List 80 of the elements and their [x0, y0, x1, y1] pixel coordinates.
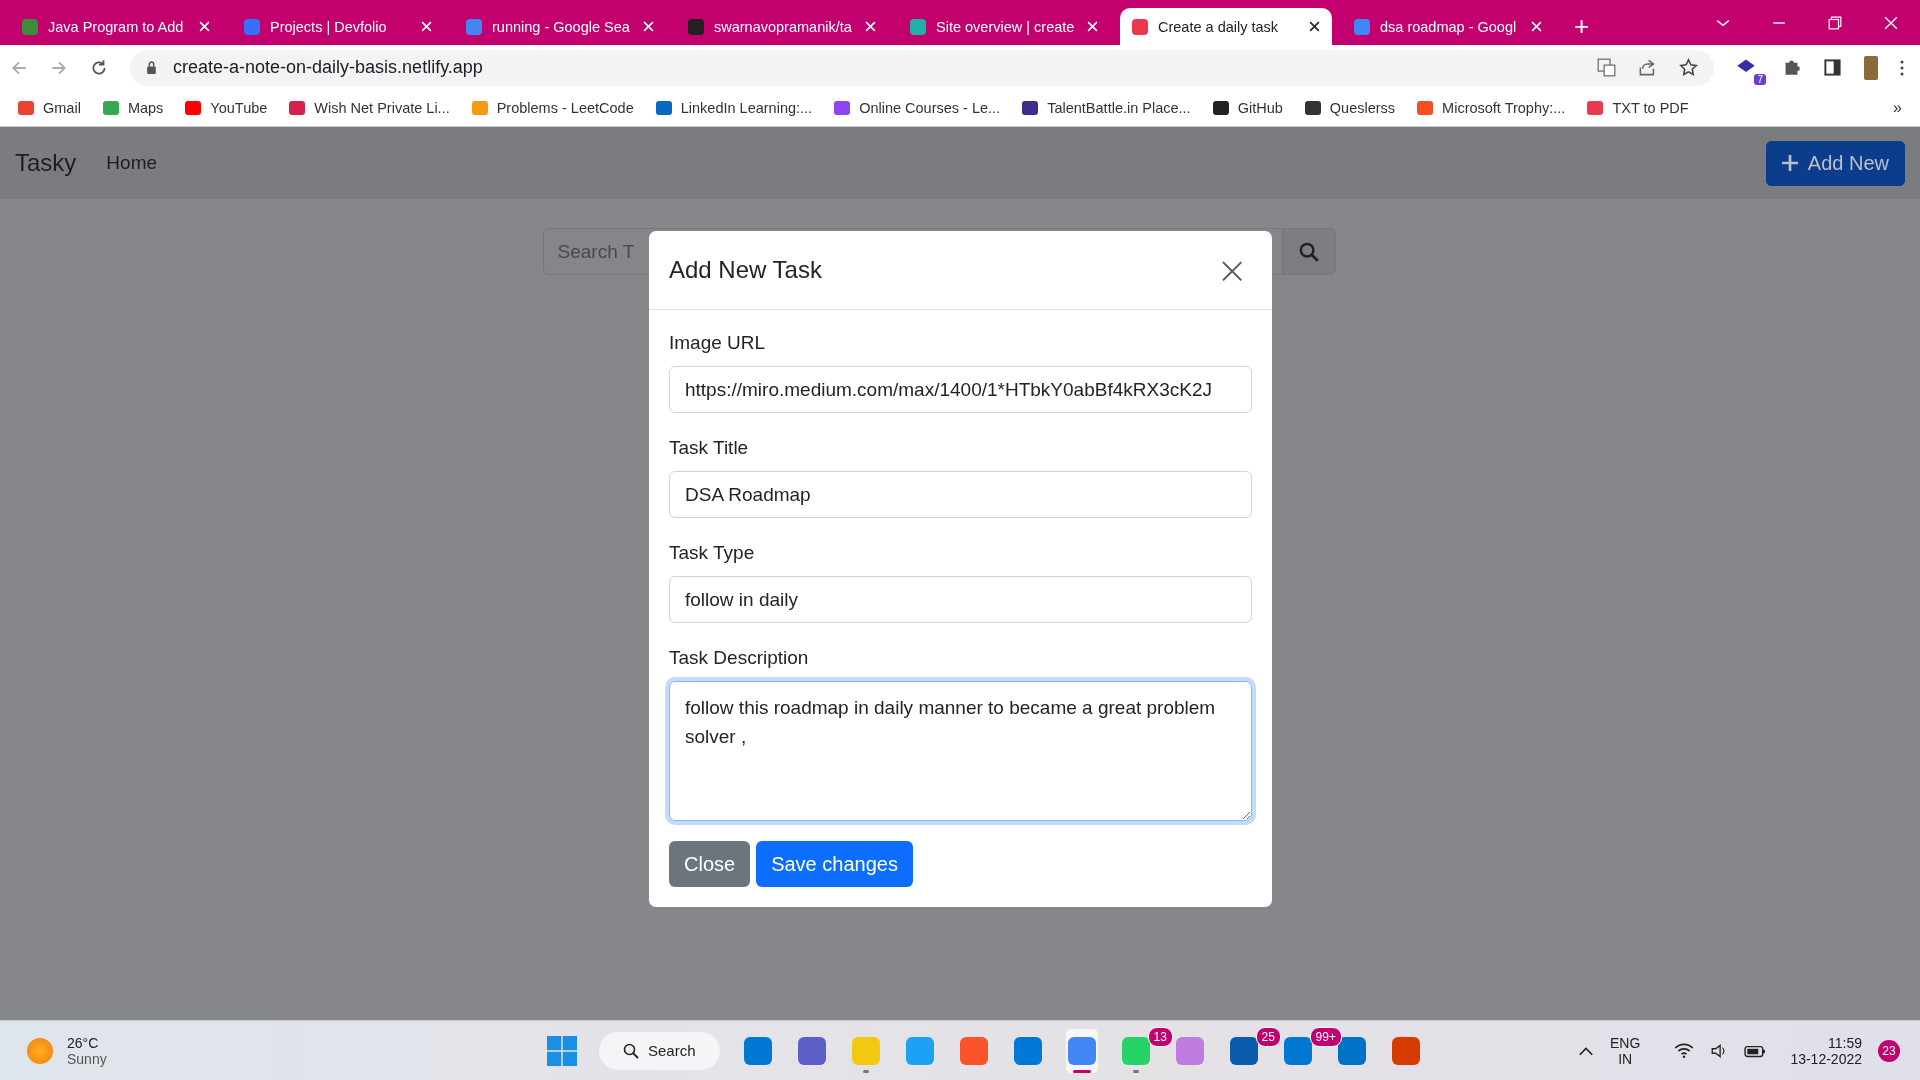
temperature-text: 26°C — [67, 1034, 100, 1051]
tab-title: Projects | Devfolio — [270, 18, 388, 35]
brand-title[interactable]: Tasky — [15, 149, 77, 177]
close-button[interactable]: Close — [669, 841, 751, 887]
bookmark-link[interactable]: Gmail — [18, 100, 81, 116]
notification-badge: 13 — [1147, 1026, 1173, 1047]
search-button[interactable] — [1282, 228, 1336, 275]
browser-tab[interactable]: dsa roadmap - Googl — [1342, 8, 1554, 45]
bookmark-link[interactable]: Wish Net Private Li... — [289, 100, 450, 116]
field-label: Task Type — [669, 542, 756, 564]
browser-tab[interactable]: Site overview | create — [898, 8, 1110, 45]
star-icon[interactable] — [1679, 58, 1698, 77]
language-indicator[interactable]: ENG IN — [1610, 1034, 1641, 1067]
tab-title: swarnavopramanik/ta — [714, 18, 853, 35]
browser-tab[interactable]: running - Google Sea — [454, 8, 666, 45]
search-button[interactable]: Search — [599, 1031, 720, 1070]
modal-title: Add New Task — [669, 256, 822, 284]
favicon-icon — [244, 18, 260, 35]
save-button[interactable]: Save changes — [756, 841, 913, 887]
close-button[interactable]: × — [1212, 251, 1252, 289]
clock[interactable]: 11:59 13-12-2022 — [1790, 1034, 1862, 1067]
chevron-up-icon[interactable] — [1578, 1045, 1595, 1056]
tab-title: dsa roadmap - Googl — [1380, 18, 1518, 35]
wifi-icon[interactable] — [1674, 1043, 1695, 1058]
bookmark-link[interactable]: TXT to PDF — [1587, 100, 1689, 116]
nav-link[interactable]: Home — [106, 152, 158, 174]
tab-title: Java Program to Add — [48, 18, 185, 35]
restore-icon[interactable] — [1828, 15, 1842, 30]
avatar-icon[interactable] — [1864, 55, 1878, 80]
add-new-button[interactable]: Add New — [1765, 140, 1905, 186]
favicon-icon — [1132, 18, 1148, 35]
text-field[interactable]: follow in daily — [669, 576, 1252, 623]
taskbar-app-icon[interactable] — [1065, 1028, 1098, 1073]
browser-tab[interactable]: Java Program to Add — [10, 8, 222, 45]
tab-title: Create a daily task — [1158, 18, 1280, 35]
favicon-icon — [22, 18, 38, 35]
new-tab-button[interactable]: + — [1564, 8, 1600, 45]
battery-icon[interactable] — [1744, 1043, 1767, 1058]
address-field[interactable]: create-a-note-on-daily-basis.netlify.app — [130, 49, 1714, 86]
notification-badge: 99+ — [1309, 1026, 1342, 1047]
search-icon — [623, 1042, 639, 1059]
sidebar-icon[interactable] — [1823, 58, 1842, 77]
plus-icon — [1781, 155, 1798, 171]
bookmark-link[interactable]: Problems - LeetCode — [471, 100, 634, 116]
browser-tab[interactable]: Create a daily task — [1120, 8, 1332, 45]
favicon-icon — [910, 18, 926, 35]
translate-icon[interactable] — [1597, 58, 1616, 77]
windows-start-icon[interactable] — [547, 1035, 577, 1066]
close-icon[interactable] — [1309, 21, 1320, 32]
text-field[interactable]: DSA Roadmap — [669, 471, 1252, 518]
favicon-icon — [466, 18, 482, 35]
share-icon[interactable] — [1638, 58, 1657, 77]
favicon-icon — [688, 18, 704, 35]
text-area[interactable]: follow this roadmap in daily manner to became a great problem solver , — [669, 681, 1252, 821]
browser-tab[interactable]: swarnavopramanik/ta — [676, 8, 888, 45]
bookmark-link[interactable]: Microsoft Trophy:... — [1417, 100, 1566, 116]
more-bookmarks-button[interactable]: » — [1893, 99, 1902, 117]
tab-title: running - Google Sea — [492, 18, 631, 35]
tab-title: Site overview | create — [936, 18, 1076, 35]
bookmark-link[interactable]: Online Courses - Le... — [834, 100, 1001, 116]
field-label: Task Description — [669, 647, 810, 669]
weather-text: Sunny — [67, 1050, 107, 1067]
bookmark-link[interactable]: Queslerss — [1304, 100, 1396, 116]
bookmark-link[interactable]: LinkedIn Learning:... — [655, 100, 813, 116]
notification-badge: 25 — [1255, 1026, 1281, 1047]
bookmark-link[interactable]: Maps — [102, 100, 164, 116]
field-label: Image URL — [669, 332, 767, 354]
notification-badge[interactable]: 23 — [1878, 1039, 1900, 1062]
lock-icon — [146, 61, 157, 74]
browser-tab[interactable]: Projects | Devfolio — [232, 8, 444, 45]
extension-badge: 7 — [1754, 73, 1766, 85]
bookmark-link[interactable]: GitHub — [1212, 100, 1283, 116]
field-label: Task Title — [669, 437, 750, 459]
favicon-icon — [1354, 18, 1370, 35]
text-field[interactable]: https://miro.medium.com/max/1400/1*HTbkY0abBf4kRX3cK2J — [669, 366, 1252, 413]
bookmark-link[interactable]: YouTube — [185, 100, 268, 116]
menu-icon[interactable] — [1900, 59, 1904, 76]
search-icon — [1299, 241, 1319, 262]
bookmark-link[interactable]: TalentBattle.in Place... — [1022, 100, 1191, 116]
reload-icon[interactable] — [90, 58, 108, 77]
